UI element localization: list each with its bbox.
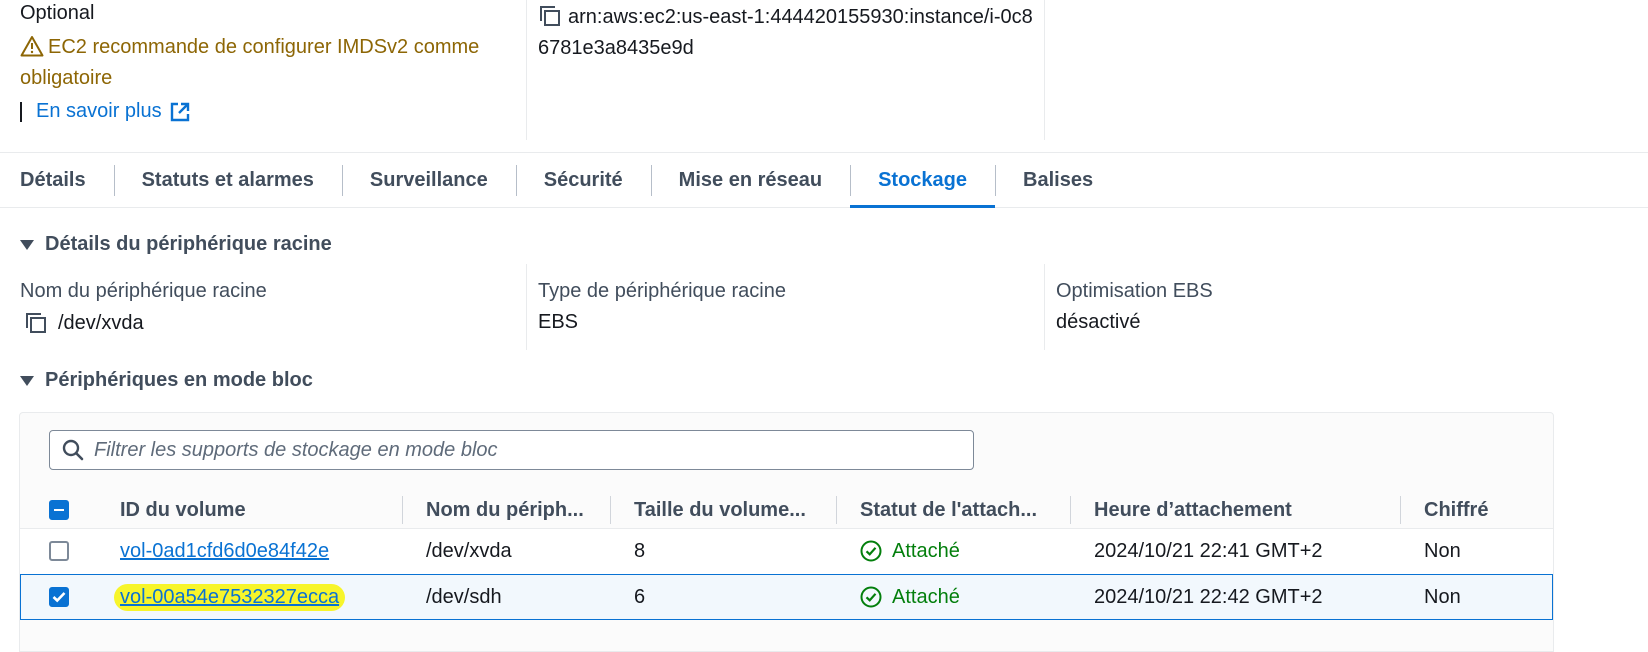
column-divider bbox=[526, 0, 527, 140]
caret-down-icon bbox=[20, 375, 34, 386]
checkbox-checked-icon bbox=[49, 587, 69, 607]
column-resizer[interactable] bbox=[1400, 496, 1401, 524]
instance-tabs: Détails Statuts et alarmes Surveillance … bbox=[0, 152, 1648, 208]
tab-label: Mise en réseau bbox=[678, 168, 823, 191]
section-title: Détails du périphérique racine bbox=[45, 233, 332, 255]
tab-tags[interactable]: Balises bbox=[995, 153, 1121, 207]
ebs-optimization-value: désactivé bbox=[1056, 311, 1141, 333]
encrypted: Non bbox=[1424, 539, 1461, 562]
tab-label: Statuts et alarmes bbox=[141, 168, 314, 191]
root-device-type-value: EBS bbox=[538, 311, 579, 333]
arn-value: arn:aws:ec2:us-east-1:444420155930:insta… bbox=[538, 6, 1033, 59]
row-checkbox[interactable] bbox=[49, 575, 69, 619]
column-resizer[interactable] bbox=[836, 496, 837, 524]
block-devices-section-toggle[interactable]: Périphériques en mode bloc bbox=[20, 369, 313, 392]
select-all-checkbox[interactable] bbox=[49, 491, 69, 529]
attach-time: 2024/10/21 22:41 GMT+2 bbox=[1094, 539, 1323, 562]
table-row[interactable]: vol-0ad1cfd6d0e84f42e /dev/xvda 8 Attach… bbox=[20, 529, 1553, 575]
block-device-filter[interactable] bbox=[49, 430, 974, 470]
column-resizer[interactable] bbox=[402, 496, 403, 524]
table-row-selected[interactable]: vol-00a54e7532327ecca /dev/sdh 6 Attaché… bbox=[20, 574, 1553, 620]
attach-time: 2024/10/21 22:42 GMT+2 bbox=[1094, 585, 1323, 608]
attach-status: Attaché bbox=[860, 529, 960, 573]
volume-id-link[interactable]: vol-00a54e7532327ecca bbox=[114, 583, 346, 611]
search-icon bbox=[62, 439, 84, 461]
column-divider bbox=[1044, 264, 1045, 350]
external-link-icon bbox=[170, 102, 189, 121]
attach-status-text: Attaché bbox=[892, 539, 960, 562]
encrypted: Non bbox=[1424, 585, 1461, 608]
instance-arn: arn:aws:ec2:us-east-1:444420155930:insta… bbox=[538, 2, 1038, 64]
ebs-optimization-label: Optimisation EBS bbox=[1056, 280, 1213, 302]
root-device-type-label: Type de périphérique racine bbox=[538, 280, 786, 302]
root-device-name-value: /dev/xvda bbox=[58, 311, 144, 334]
learn-more-link[interactable]: En savoir plus bbox=[20, 100, 191, 123]
search-input[interactable] bbox=[94, 438, 954, 462]
root-device-name-label: Nom du périphérique racine bbox=[20, 280, 267, 302]
tab-label: Surveillance bbox=[369, 168, 488, 191]
col-device-name[interactable]: Nom du périph... bbox=[426, 491, 584, 529]
warning-icon bbox=[20, 36, 44, 57]
caret-down-icon bbox=[20, 239, 34, 250]
tab-label: Sécurité bbox=[543, 168, 623, 191]
checkbox-unchecked-icon bbox=[49, 541, 69, 561]
check-circle-icon bbox=[860, 540, 882, 562]
column-resizer[interactable] bbox=[610, 496, 611, 524]
check-circle-icon bbox=[860, 586, 882, 608]
learn-more-label[interactable]: En savoir plus bbox=[36, 100, 162, 123]
row-checkbox[interactable] bbox=[49, 529, 69, 573]
attach-status: Attaché bbox=[860, 575, 960, 619]
tab-label: Stockage bbox=[878, 168, 968, 191]
instance-metadata: Optional EC2 recommande de configurer IM… bbox=[0, 0, 1648, 152]
section-title: Périphériques en mode bloc bbox=[45, 369, 313, 391]
tab-label: Balises bbox=[1023, 168, 1094, 191]
tab-storage[interactable]: Stockage bbox=[850, 153, 995, 208]
copy-icon[interactable] bbox=[538, 4, 562, 28]
warning-text: EC2 recommande de configurer IMDSv2 comm… bbox=[20, 36, 480, 89]
col-volume-id[interactable]: ID du volume bbox=[120, 491, 246, 529]
volume-size: 6 bbox=[634, 585, 646, 608]
column-resizer[interactable] bbox=[1070, 496, 1071, 524]
copy-icon[interactable] bbox=[24, 311, 48, 335]
imds-warning: EC2 recommande de configurer IMDSv2 comm… bbox=[20, 32, 525, 94]
link-bar bbox=[20, 101, 22, 122]
col-attach-status[interactable]: Statut de l'attach... bbox=[860, 491, 1037, 529]
root-device-name: /dev/xvda bbox=[24, 311, 144, 335]
tab-details[interactable]: Détails bbox=[0, 153, 114, 207]
attach-status-text: Attaché bbox=[892, 585, 960, 608]
tab-monitoring[interactable]: Surveillance bbox=[341, 153, 516, 207]
device-name: /dev/xvda bbox=[426, 539, 512, 562]
col-encrypted[interactable]: Chiffré bbox=[1424, 491, 1488, 529]
tab-security[interactable]: Sécurité bbox=[515, 153, 651, 207]
checkbox-indeterminate-icon bbox=[49, 500, 69, 520]
volume-size: 8 bbox=[634, 539, 646, 562]
volume-id-link[interactable]: vol-0ad1cfd6d0e84f42e bbox=[120, 540, 329, 563]
column-divider bbox=[526, 264, 527, 350]
tab-networking[interactable]: Mise en réseau bbox=[650, 153, 850, 207]
col-attach-time[interactable]: Heure d’attachement bbox=[1094, 491, 1292, 529]
root-device-section-toggle[interactable]: Détails du périphérique racine bbox=[20, 233, 332, 256]
block-devices-table: ID du volume Nom du périph... Taille du … bbox=[19, 412, 1554, 652]
table-header: ID du volume Nom du périph... Taille du … bbox=[20, 491, 1553, 529]
tab-label: Détails bbox=[20, 168, 86, 191]
column-divider bbox=[1044, 0, 1045, 140]
col-volume-size[interactable]: Taille du volume... bbox=[634, 491, 806, 529]
device-name: /dev/sdh bbox=[426, 585, 502, 608]
tab-status-alarms[interactable]: Statuts et alarmes bbox=[113, 153, 342, 207]
imds-optional-value: Optional bbox=[20, 2, 95, 24]
